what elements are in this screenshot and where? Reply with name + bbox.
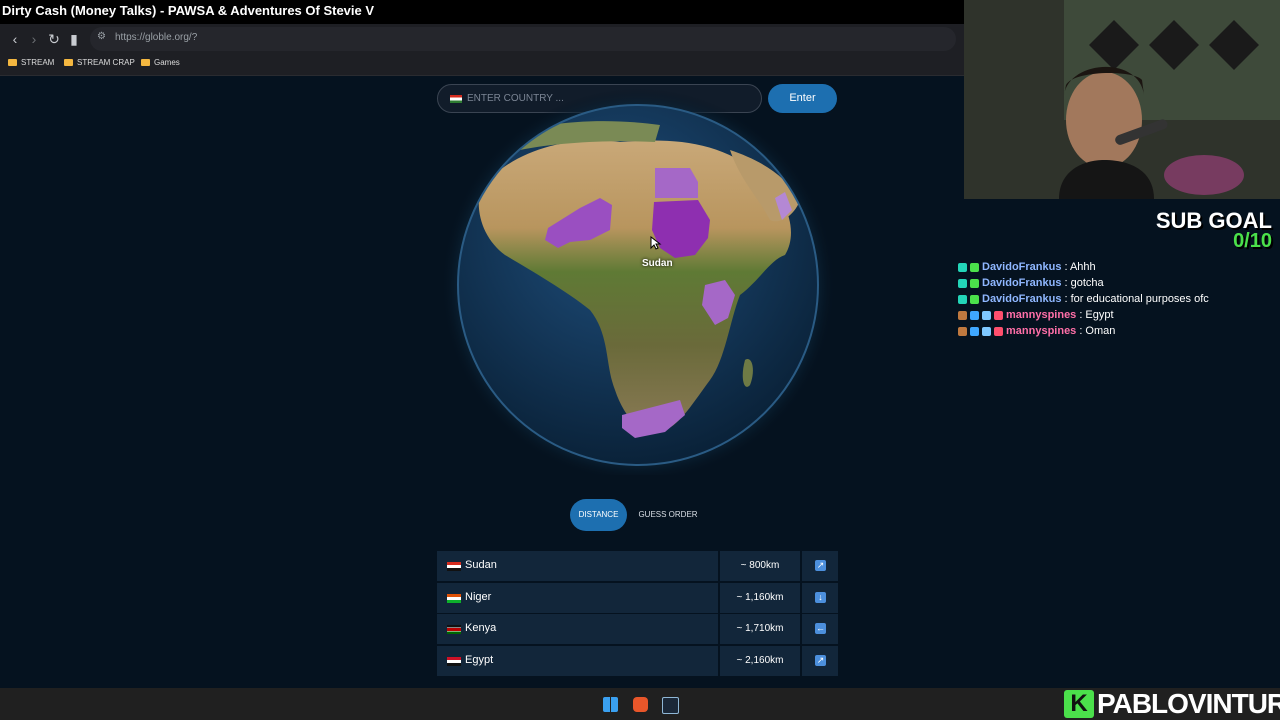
guess-country-name: Kenya: [465, 622, 497, 634]
hover-country-label: Sudan: [642, 258, 673, 269]
gem-badge-icon: [970, 310, 979, 320]
sort-distance-button[interactable]: DISTANCE: [570, 499, 627, 531]
flag-icon: [447, 656, 461, 666]
streamer-name: PABLOVINTURA: [1097, 688, 1280, 719]
chat-username: DavidoFrankus: [982, 277, 1062, 289]
chat-message: DavidoFrankus : Ahhh: [958, 259, 1278, 275]
chat-message: mannyspines : Egypt: [958, 307, 1278, 323]
guess-row: Sudan ~ 800km ↗: [437, 551, 838, 583]
guess-distance: ~ 2,160km: [736, 654, 784, 666]
chat-text: : gotcha: [1064, 277, 1104, 289]
direction-arrow-icon: ↗: [815, 654, 826, 666]
flag-icon: [447, 562, 461, 571]
chat-message: DavidoFrankus : gotcha: [958, 275, 1278, 291]
forward-icon[interactable]: ›: [25, 30, 43, 48]
windows-start-icon[interactable]: [603, 697, 618, 712]
sort-guess-order-button[interactable]: GUESS ORDER: [634, 499, 702, 531]
guess-direction-cell: ↗: [802, 551, 838, 581]
stream-chat: DavidoFrankus : Ahhh DavidoFrankus : got…: [958, 259, 1278, 339]
bookmarks-bar: STREAM STREAM CRAP Games: [0, 55, 964, 76]
bookmark-stream-crap[interactable]: STREAM CRAP: [64, 58, 135, 67]
guess-country-cell: Sudan: [437, 551, 718, 581]
bookmark-label: STREAM CRAP: [77, 58, 135, 67]
guess-direction-cell: ↗: [802, 645, 838, 676]
guess-country-name: Egypt: [465, 653, 494, 666]
sword-badge-icon: [982, 310, 991, 320]
chat-username: mannyspines: [1006, 309, 1077, 321]
chat-username: mannyspines: [1006, 325, 1077, 337]
flag-icon: [447, 593, 461, 603]
streamer-face: [1066, 72, 1142, 168]
guess-distance: ~ 1,160km: [736, 591, 784, 603]
webcam-feed: [964, 0, 1280, 199]
subscriber-badge-icon: [958, 294, 967, 304]
folder-icon: [8, 59, 17, 66]
kick-badge-icon: [970, 294, 979, 304]
steam-icon[interactable]: [662, 697, 679, 714]
guess-direction-cell: ←: [802, 614, 838, 644]
kick-badge-icon: [994, 310, 1003, 320]
chat-text: : Egypt: [1079, 309, 1114, 321]
pointer-cursor-icon: [650, 236, 662, 250]
site-settings-icon[interactable]: ⚙: [97, 31, 106, 42]
chat-text: : Oman: [1079, 325, 1116, 337]
flag-icon: [447, 625, 461, 634]
gem-badge-icon: [970, 326, 979, 336]
chat-message: DavidoFrankus : for educational purposes…: [958, 291, 1278, 307]
guess-distance: ~ 800km: [740, 560, 780, 571]
guess-list: Sudan ~ 800km ↗ Niger ~ 1,160km ↓ Kenya …: [437, 551, 838, 677]
guess-distance: ~ 1,710km: [736, 623, 784, 634]
country-egypt: [655, 168, 698, 198]
kick-badge-icon: [970, 262, 979, 272]
guess-distance-cell: ~ 1,160km: [720, 582, 800, 613]
guess-row: Kenya ~ 1,710km ←: [437, 614, 838, 646]
guess-country-name: Niger: [465, 590, 492, 603]
address-bar[interactable]: ⚙ https://globle.org/?: [90, 27, 956, 51]
sword-badge-icon: [982, 326, 991, 336]
chat-username: DavidoFrankus: [982, 261, 1062, 273]
direction-arrow-icon: ↗: [815, 560, 826, 571]
bookmark-label: Games: [154, 58, 180, 67]
chat-text: : for educational purposes ofc: [1064, 293, 1209, 305]
guess-row: Niger ~ 1,160km ↓: [437, 582, 838, 615]
kick-badge-icon: [970, 278, 979, 288]
guess-row: Egypt ~ 2,160km ↗: [437, 645, 838, 678]
avatar-badge-icon: [958, 326, 967, 336]
guess-direction-cell: ↓: [802, 582, 838, 613]
chat-username: DavidoFrankus: [982, 293, 1062, 305]
reload-icon[interactable]: ↻: [45, 30, 63, 48]
folder-icon: [64, 59, 73, 66]
now-playing-title: Dirty Cash (Money Talks) - PAWSA & Adven…: [0, 0, 966, 24]
guess-distance-cell: ~ 1,710km: [720, 614, 800, 644]
direction-arrow-icon: ←: [815, 623, 826, 634]
bookmark-stream[interactable]: STREAM: [8, 58, 54, 67]
guess-distance-cell: ~ 2,160km: [720, 645, 800, 676]
globe[interactable]: [440, 80, 835, 482]
guess-distance-cell: ~ 800km: [720, 551, 800, 581]
brave-browser-icon[interactable]: [633, 697, 648, 712]
bookmark-games[interactable]: Games: [141, 58, 180, 67]
direction-arrow-icon: ↓: [815, 591, 826, 603]
avatar-badge-icon: [958, 310, 967, 320]
folder-icon: [141, 59, 150, 66]
streamer-brand: K PABLOVINTURA: [1064, 688, 1280, 720]
chat-message: mannyspines : Oman: [958, 323, 1278, 339]
back-icon[interactable]: ‹: [6, 30, 24, 48]
url-text: https://globle.org/?: [115, 32, 198, 43]
guess-country-name: Sudan: [465, 559, 497, 571]
bookmark-label: STREAM: [21, 58, 55, 67]
chat-text: : Ahhh: [1064, 261, 1096, 273]
bookmark-icon[interactable]: ▮: [65, 30, 83, 48]
subscriber-badge-icon: [958, 278, 967, 288]
browser-toolbar: ‹ › ↻ ▮ ⚙ https://globle.org/?: [0, 24, 964, 55]
sub-goal-count: 0/10: [1233, 230, 1272, 252]
kick-badge-icon: [994, 326, 1003, 336]
subscriber-badge-icon: [958, 262, 967, 272]
kick-logo-icon: K: [1064, 690, 1094, 718]
guess-country-cell: Niger: [437, 582, 718, 613]
guess-country-cell: Egypt: [437, 645, 718, 676]
guess-country-cell: Kenya: [437, 614, 718, 644]
